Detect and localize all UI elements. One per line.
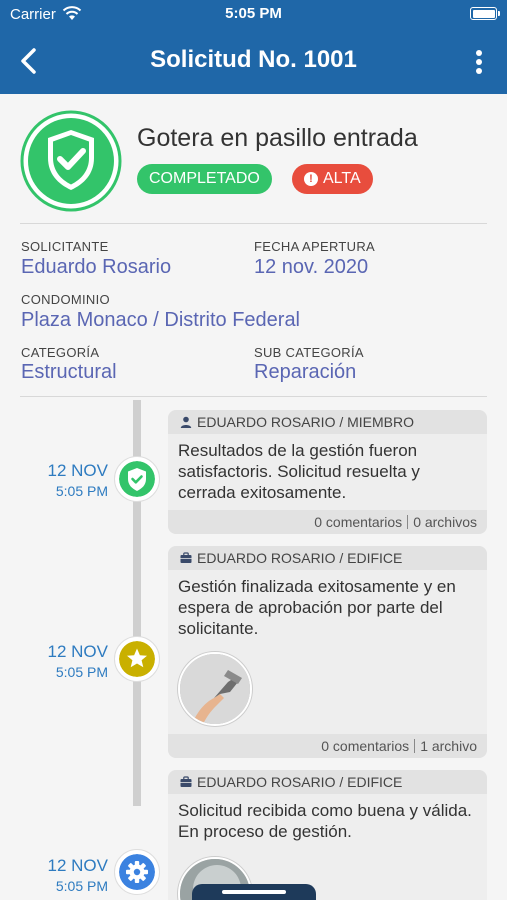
shield-check-icon — [20, 110, 122, 212]
briefcase-icon — [180, 776, 192, 787]
alert-icon: ! — [304, 172, 318, 186]
timeline-time: 5:05 PM — [55, 483, 108, 499]
clock: 5:05 PM — [225, 5, 282, 22]
subcategoria-value: Reparación — [254, 361, 357, 383]
more-vertical-icon[interactable] — [467, 46, 491, 78]
timeline-time: 5:05 PM — [55, 664, 108, 680]
timeline-card[interactable]: EDUARDO ROSARIO / MIEMBRO Resultados de … — [168, 410, 487, 534]
timeline-date: 12 NOV 5:05 PM — [38, 856, 108, 894]
request-title: Gotera en pasillo entrada — [137, 124, 418, 152]
card-message: Solicitud recibida como buena y válida. … — [178, 801, 472, 841]
condominio-label: CONDOMINIO — [21, 292, 110, 307]
subcategoria-label: SUB CATEGORÍA — [254, 345, 364, 360]
repair-photo-image — [180, 654, 250, 724]
divider — [20, 223, 487, 224]
card-footer: 0 comentarios 0 archivos — [168, 510, 487, 534]
page-title: Solicitud No. 1001 — [150, 46, 357, 73]
card-author-name: EDUARDO ROSARIO / EDIFICE — [197, 550, 403, 566]
battery-icon — [470, 7, 500, 20]
solicitante-label: SOLICITANTE — [21, 239, 109, 254]
fecha-value: 12 nov. 2020 — [254, 256, 369, 278]
home-indicator — [192, 884, 316, 900]
timeline-node — [114, 849, 160, 895]
priority-badge: ! ALTA — [292, 164, 373, 194]
gear-icon — [119, 854, 155, 890]
shield-check-icon — [119, 461, 155, 497]
card-author: EDUARDO ROSARIO / EDIFICE — [168, 546, 487, 570]
card-author-name: EDUARDO ROSARIO / EDIFICE — [197, 774, 403, 790]
timeline-card[interactable]: EDUARDO ROSARIO / EDIFICE Solicitud reci… — [168, 770, 487, 900]
timeline-node — [114, 456, 160, 502]
briefcase-icon — [180, 552, 192, 563]
timeline-time: 5:05 PM — [55, 878, 108, 894]
solicitante-value[interactable]: Eduardo Rosario — [21, 256, 171, 279]
timeline-card[interactable]: EDUARDO ROSARIO / EDIFICE Gestión finali… — [168, 546, 487, 758]
timeline-day: 12 NOV — [47, 856, 108, 875]
timeline-node — [114, 636, 160, 682]
nav-bar: Solicitud No. 1001 — [0, 30, 507, 94]
timeline-date: 12 NOV 5:05 PM — [38, 642, 108, 680]
person-icon — [180, 416, 192, 428]
condominio-value[interactable]: Plaza Monaco / Distrito Federal — [21, 309, 300, 332]
priority-label: ALTA — [323, 170, 361, 187]
comments-count[interactable]: 0 comentarios — [314, 514, 402, 530]
card-author: EDUARDO ROSARIO / MIEMBRO — [168, 410, 487, 434]
fecha-label: FECHA APERTURA — [254, 239, 375, 254]
back-chevron-icon[interactable] — [12, 44, 46, 78]
star-icon — [119, 641, 155, 677]
card-message: Gestión finalizada exitosamente y en esp… — [178, 577, 456, 638]
status-badge: COMPLETADO — [137, 164, 272, 194]
timeline-date: 12 NOV 5:05 PM — [38, 461, 108, 499]
files-count[interactable]: 0 archivos — [413, 514, 477, 530]
attachment-thumbnail[interactable] — [178, 652, 252, 726]
card-message: Resultados de la gestión fueron satisfac… — [178, 441, 420, 502]
files-count[interactable]: 1 archivo — [420, 738, 477, 754]
categoria-value: Estructural — [21, 361, 117, 383]
timeline-day: 12 NOV — [47, 461, 108, 480]
card-footer: 0 comentarios 1 archivo — [168, 734, 487, 758]
status-bar: Carrier 5:05 PM — [0, 0, 507, 30]
card-author-name: EDUARDO ROSARIO / MIEMBRO — [197, 414, 415, 430]
comments-count[interactable]: 0 comentarios — [321, 738, 409, 754]
categoria-label: CATEGORÍA — [21, 345, 100, 360]
divider — [20, 396, 487, 397]
timeline-day: 12 NOV — [47, 642, 108, 661]
card-author: EDUARDO ROSARIO / EDIFICE — [168, 770, 487, 794]
